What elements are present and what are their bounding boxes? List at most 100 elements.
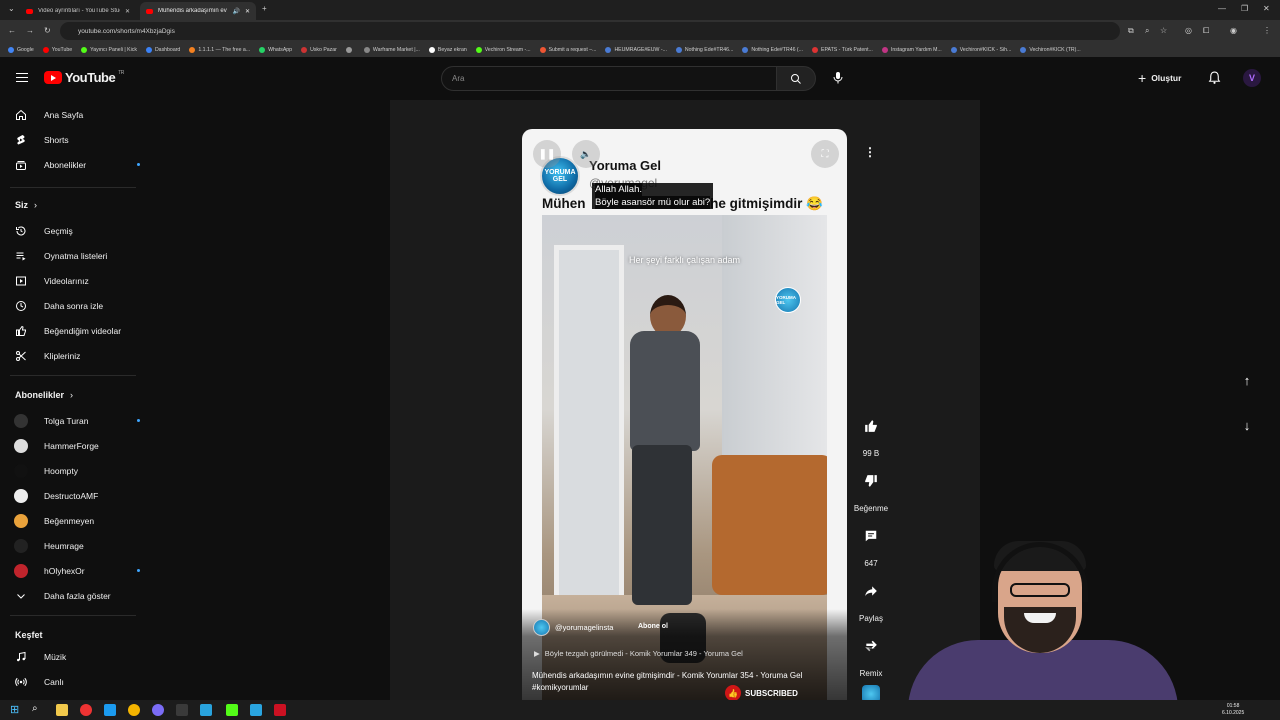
sidebar-item-show-more[interactable]: Daha fazla göster bbox=[14, 586, 134, 606]
guide-menu-icon[interactable] bbox=[16, 73, 28, 82]
sidebar-item-holyhexor[interactable]: hOlyhexOr bbox=[14, 561, 140, 581]
notifications-button[interactable] bbox=[1208, 71, 1221, 90]
forward-icon[interactable]: → bbox=[26, 26, 34, 35]
sidebar-item-abonelikler[interactable]: Abonelikler bbox=[14, 155, 140, 175]
tab-audio-icon[interactable]: 🔊 bbox=[232, 8, 239, 15]
tab-search-icon[interactable]: ⌄ bbox=[8, 4, 15, 13]
shorts-player[interactable]: YORUMA GEL Yoruma Gel @yorumagel Mühendi… bbox=[522, 129, 847, 700]
search-input[interactable]: Ara bbox=[441, 66, 777, 91]
system-clock[interactable]: 01:58 6.10.2025 bbox=[1222, 703, 1244, 717]
bookmark-item[interactable]: EPATS - Türk Patent... bbox=[811, 46, 873, 53]
more-options-icon[interactable]: ⋮ bbox=[864, 145, 876, 159]
sidebar-item-m-zik[interactable]: Müzik bbox=[14, 647, 134, 667]
share-button[interactable]: Paylaş bbox=[848, 575, 894, 623]
bookmark-item[interactable]: Beyaz ekran bbox=[428, 46, 467, 53]
install-icon[interactable]: ⧉ bbox=[1128, 26, 1134, 36]
chrome-icon[interactable] bbox=[128, 704, 140, 716]
windows-start-icon[interactable]: ⊞ bbox=[10, 703, 22, 716]
bottom-channel[interactable]: @yorumagelinsta bbox=[533, 619, 613, 636]
sidebar-item-shorts[interactable]: Shorts bbox=[14, 130, 134, 150]
app-icon[interactable] bbox=[80, 704, 92, 716]
close-window-icon[interactable]: ✕ bbox=[1263, 4, 1270, 13]
mute-button[interactable]: 🔈 bbox=[572, 140, 600, 168]
app-icon[interactable] bbox=[226, 704, 238, 716]
bookmark-item[interactable]: Google bbox=[8, 46, 34, 53]
browser-tab-short[interactable]: Mühendis arkadaşımın evin 🔊 ✕ bbox=[140, 2, 256, 20]
extensions-puzzle-icon[interactable]: ⧠ bbox=[1203, 26, 1209, 36]
bookmark-star-icon[interactable]: ☆ bbox=[1160, 26, 1167, 35]
sidebar-item-ana-sayfa[interactable]: Ana Sayfa bbox=[14, 105, 134, 125]
fullscreen-button[interactable]: ⛶ bbox=[811, 140, 839, 168]
reload-icon[interactable]: ↻ bbox=[44, 26, 51, 35]
browser-tab-studio[interactable]: Video ayrıntıları - YouTube Stud ✕ bbox=[20, 2, 136, 20]
bookmark-item[interactable]: Vechiron#KICK (TR)... bbox=[1020, 46, 1081, 53]
related-video-link[interactable]: ▶ Böyle tezgah görülmedi - Komik Yorumla… bbox=[534, 649, 743, 658]
bookmark-item[interactable]: Submit a request –... bbox=[539, 46, 596, 53]
bookmark-item[interactable]: YouTube bbox=[42, 46, 72, 53]
bookmark-item[interactable]: Vechiron#KICK - Sih... bbox=[950, 46, 1011, 53]
like-button[interactable]: 99 B bbox=[848, 410, 894, 458]
create-button[interactable]: + Oluştur bbox=[1138, 70, 1181, 86]
sidebar-item-ge-mi[interactable]: Geçmiş bbox=[14, 221, 134, 241]
tab-close-icon[interactable]: ✕ bbox=[245, 8, 250, 15]
sidebar-item-heumrage[interactable]: Heumrage bbox=[14, 536, 134, 556]
url-input[interactable]: youtube.com/shorts/m4XbzjaDgis bbox=[60, 22, 1120, 40]
sidebar-item-be-enmeyen[interactable]: Beğenmeyen bbox=[14, 511, 134, 531]
bookmark-item[interactable]: Yayıncı Paneli | Kick bbox=[81, 46, 137, 53]
extension-icon[interactable]: ◎ bbox=[1185, 26, 1192, 35]
tab-close-icon[interactable]: ✕ bbox=[125, 8, 130, 15]
sidebar-item-be-endi-im-videolar[interactable]: Beğendiğim videolar bbox=[14, 321, 134, 341]
sidebar-item-hammerforge[interactable]: HammerForge bbox=[14, 436, 134, 456]
sidebar-item-klipleriniz[interactable]: Klipleriniz bbox=[14, 346, 134, 366]
profile-icon[interactable]: ◉ bbox=[1230, 26, 1237, 35]
youtube-logo[interactable]: YouTube TR bbox=[44, 70, 124, 85]
bookmark-item[interactable]: Usko Pazar bbox=[301, 46, 337, 53]
app-icon[interactable] bbox=[152, 704, 164, 716]
sidebar-section-subscriptions[interactable]: Abonelikler › bbox=[15, 390, 73, 400]
sidebar-item-videolar-n-z[interactable]: Videolarınız bbox=[14, 271, 134, 291]
bookmark-item[interactable]: HEUMRAGE#EUW -... bbox=[605, 46, 667, 53]
sidebar-section-you[interactable]: Siz › bbox=[15, 200, 37, 210]
account-avatar[interactable]: V bbox=[1243, 69, 1261, 87]
bookmark-item[interactable]: Nothing Ede#TR46... bbox=[675, 46, 733, 53]
next-short-arrow-icon[interactable]: ↓ bbox=[1238, 416, 1256, 434]
subscribe-button[interactable]: Abone ol bbox=[630, 620, 676, 633]
menu-dots-icon[interactable]: ⋮ bbox=[1263, 26, 1271, 35]
dislike-button[interactable]: Beğenme bbox=[848, 465, 894, 513]
maximize-icon[interactable]: ❐ bbox=[1241, 4, 1248, 13]
taskbar-search-icon[interactable]: ⌕ bbox=[32, 703, 44, 715]
file-explorer-icon[interactable] bbox=[56, 704, 68, 716]
app-icon[interactable] bbox=[274, 704, 286, 716]
sidebar-item-oynatma-listeleri[interactable]: Oynatma listeleri bbox=[14, 246, 134, 266]
bookmark-item[interactable]: WhatsApp bbox=[259, 46, 292, 53]
sidebar-item-tolga-turan[interactable]: Tolga Turan bbox=[14, 411, 140, 431]
back-icon[interactable]: ← bbox=[8, 26, 16, 35]
minimize-icon[interactable]: — bbox=[1218, 4, 1226, 13]
voice-search-button[interactable] bbox=[832, 71, 844, 90]
bookmark-item[interactable]: Instagram Yardım M... bbox=[881, 46, 942, 53]
app-icon[interactable] bbox=[200, 704, 212, 716]
bookmark-item[interactable]: Warframe Market |... bbox=[363, 46, 420, 53]
sidebar-item-canl[interactable]: Canlı bbox=[14, 672, 134, 692]
sidebar-item-destructoamf[interactable]: DestructoAMF bbox=[14, 486, 134, 506]
channel-name[interactable]: Yoruma Gel bbox=[589, 158, 661, 173]
bookmark-item[interactable] bbox=[345, 46, 355, 53]
search-button[interactable] bbox=[776, 66, 816, 91]
bookmark-item[interactable]: Vechiron Stream -... bbox=[475, 46, 531, 53]
zoom-icon[interactable]: ⌕ bbox=[1145, 26, 1149, 36]
pause-button[interactable]: ❚❚ bbox=[533, 140, 561, 168]
new-tab-icon[interactable]: + bbox=[262, 4, 267, 13]
sidebar-item-daha-sonra-izle[interactable]: Daha sonra izle bbox=[14, 296, 134, 316]
bookmark-item[interactable]: Dashboard bbox=[145, 46, 180, 53]
bookmark-item[interactable]: Nothing Ede#TR46 (... bbox=[742, 46, 803, 53]
sidebar-item-label: Abonelikler bbox=[44, 160, 87, 170]
app-icon[interactable] bbox=[176, 704, 188, 716]
channel-avatar-icon bbox=[14, 414, 28, 428]
bookmark-item[interactable]: 1.1.1.1 — The free a... bbox=[189, 46, 250, 53]
sidebar-item-hoompty[interactable]: Hoompty bbox=[14, 461, 134, 481]
app-icon[interactable] bbox=[104, 704, 116, 716]
previous-short-arrow-icon[interactable]: ↑ bbox=[1238, 371, 1256, 389]
remix-button[interactable]: Remix bbox=[848, 630, 894, 678]
comments-button[interactable]: 647 bbox=[848, 520, 894, 568]
app-icon[interactable] bbox=[250, 704, 262, 716]
